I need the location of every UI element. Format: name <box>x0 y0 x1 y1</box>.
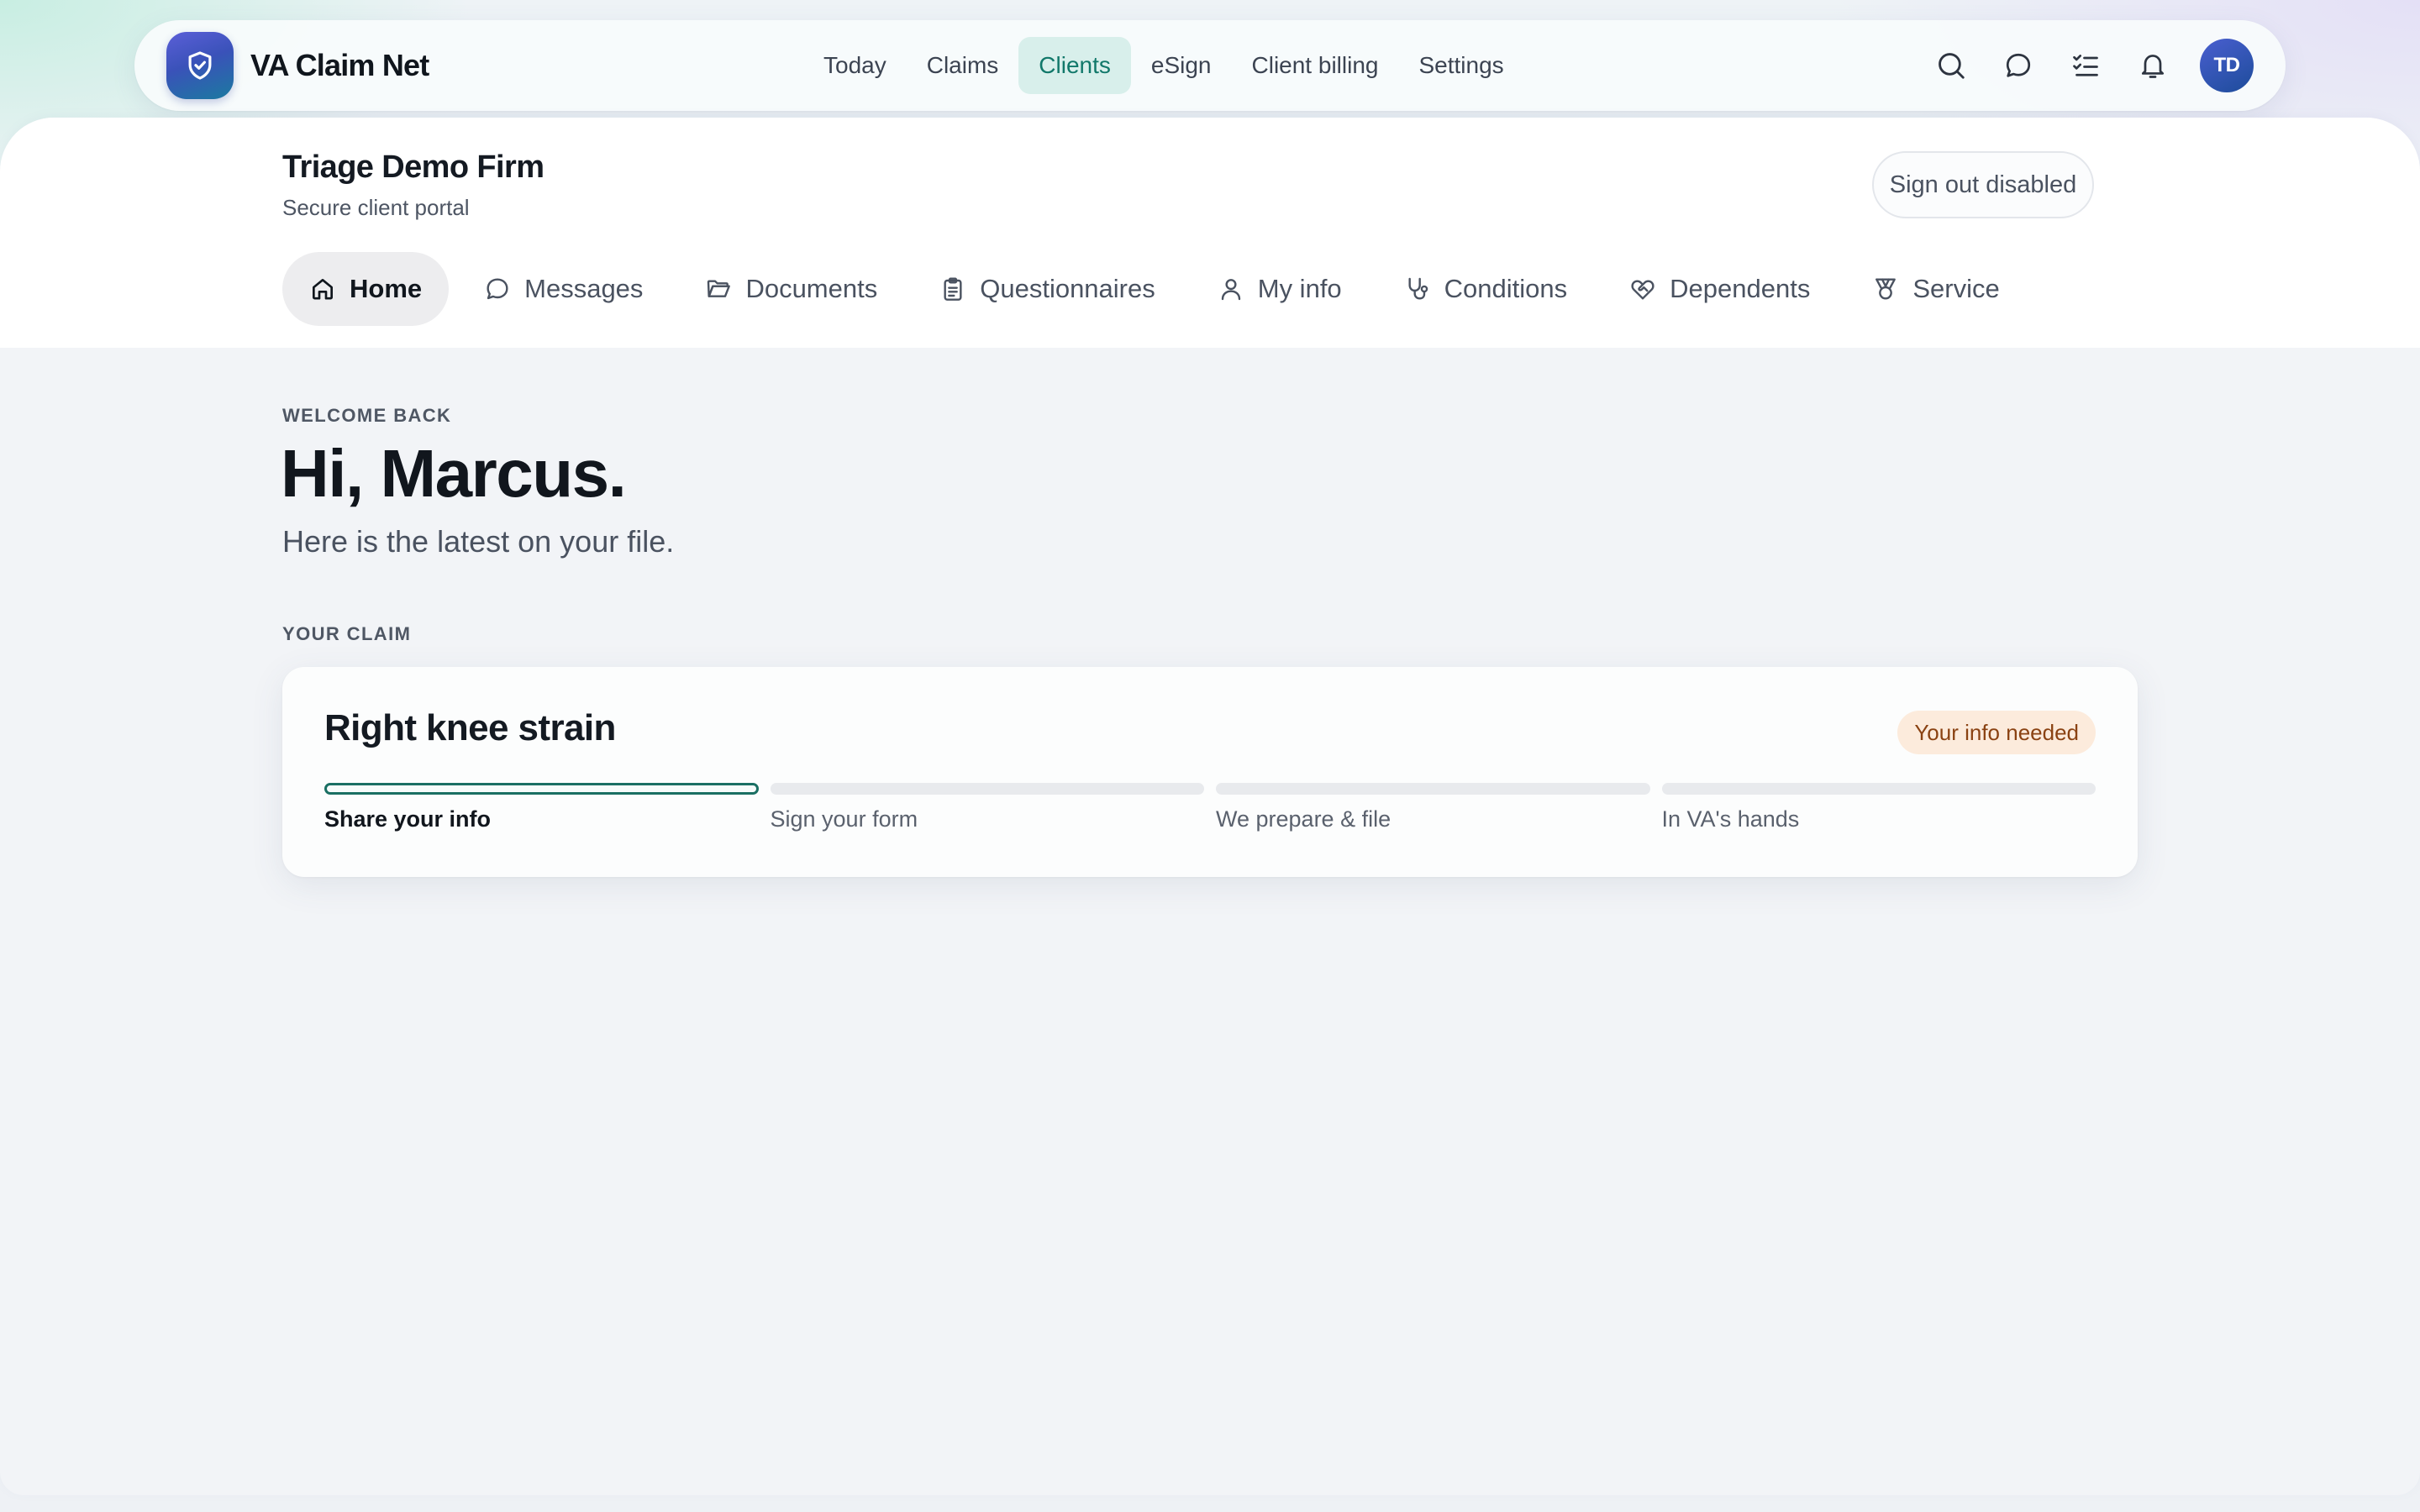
stethoscope-icon <box>1404 275 1433 303</box>
tab-conditions-label: Conditions <box>1444 274 1568 303</box>
tab-documents-label: Documents <box>745 274 878 303</box>
app-name[interactable]: VA Claim Net <box>250 20 429 111</box>
nav-link-today[interactable]: Today <box>803 37 907 94</box>
top-navigation-bar: VA Claim Net Today Claims Clients eSign … <box>134 20 2286 111</box>
tab-service-label: Service <box>1912 274 2000 303</box>
tab-service[interactable]: Service <box>1845 252 2026 326</box>
progress-step-bar <box>1216 783 1650 795</box>
progress-step-label: Sign your form <box>770 806 918 832</box>
portal-subtitle: Secure client portal <box>282 195 470 220</box>
search-icon[interactable] <box>1918 32 1985 99</box>
progress-step-bar <box>770 783 1204 795</box>
progress-step-label: Share your info <box>324 806 492 832</box>
progress-step: We prepare & file <box>1216 783 1650 832</box>
portal-header: Triage Demo Firm Secure client portal Si… <box>0 118 2420 348</box>
user-icon <box>1218 275 1246 303</box>
nav-link-settings[interactable]: Settings <box>1398 37 1523 94</box>
tab-questionnaires[interactable]: Questionnaires <box>913 252 1182 326</box>
status-badge: Your info needed <box>1897 711 2096 754</box>
nav-link-esign[interactable]: eSign <box>1131 37 1232 94</box>
shield-check-icon[interactable] <box>166 32 234 99</box>
claim-card[interactable]: Right knee strain Your info needed Share… <box>282 667 2138 877</box>
bell-icon[interactable] <box>2119 32 2186 99</box>
tab-dependents-label: Dependents <box>1670 274 1811 303</box>
tab-dependents[interactable]: Dependents <box>1602 252 1837 326</box>
progress-step: Sign your form <box>770 783 1204 832</box>
chat-icon[interactable] <box>1985 32 2052 99</box>
primary-nav: Today Claims Clients eSign Client billin… <box>803 37 1524 94</box>
nav-link-client-billing[interactable]: Client billing <box>1232 37 1399 94</box>
tab-my-info[interactable]: My info <box>1191 252 1369 326</box>
progress-step-bar <box>1661 783 2096 795</box>
progress-step-bar <box>324 783 759 795</box>
progress-step: In VA's hands <box>1661 783 2096 832</box>
tab-documents[interactable]: Documents <box>678 252 904 326</box>
portal-tabs: Home Messages Documents Questionnaires M… <box>282 252 2027 326</box>
claim-title: Right knee strain <box>324 707 616 748</box>
progress-step-label: We prepare & file <box>1216 806 1392 832</box>
sign-out-button[interactable]: Sign out disabled <box>1872 151 2094 218</box>
claim-section-label: YOUR CLAIM <box>282 623 412 644</box>
tab-messages[interactable]: Messages <box>457 252 670 326</box>
tab-home[interactable]: Home <box>282 252 450 326</box>
client-portal-panel: Triage Demo Firm Secure client portal Si… <box>0 118 2420 1495</box>
avatar[interactable]: TD <box>2200 39 2254 92</box>
greeting-subtitle: Here is the latest on your file. <box>282 524 675 559</box>
message-icon <box>484 275 513 303</box>
progress-step-label: In VA's hands <box>1661 806 1800 832</box>
progress-step: Share your info <box>324 783 759 832</box>
nav-link-claims[interactable]: Claims <box>907 37 1019 94</box>
greeting-heading: Hi, Marcus. <box>281 436 627 511</box>
heart-handshake-icon <box>1629 275 1658 303</box>
medal-icon <box>1872 275 1901 303</box>
tab-messages-label: Messages <box>524 274 644 303</box>
claim-progress-steps: Share your info Sign your form We prepar… <box>324 783 2096 832</box>
folder-icon <box>705 275 734 303</box>
checklist-icon[interactable] <box>2052 32 2119 99</box>
clipboard-icon <box>939 275 968 303</box>
firm-name: Triage Demo Firm <box>282 150 544 185</box>
header-actions: TD <box>1918 32 2254 99</box>
nav-link-clients[interactable]: Clients <box>1018 37 1131 94</box>
tab-my-info-label: My info <box>1257 274 1342 303</box>
welcome-eyebrow: WELCOME BACK <box>282 405 452 426</box>
tab-questionnaires-label: Questionnaires <box>980 274 1155 303</box>
tab-home-label: Home <box>350 274 423 303</box>
tab-conditions[interactable]: Conditions <box>1377 252 1594 326</box>
home-icon <box>309 275 338 303</box>
